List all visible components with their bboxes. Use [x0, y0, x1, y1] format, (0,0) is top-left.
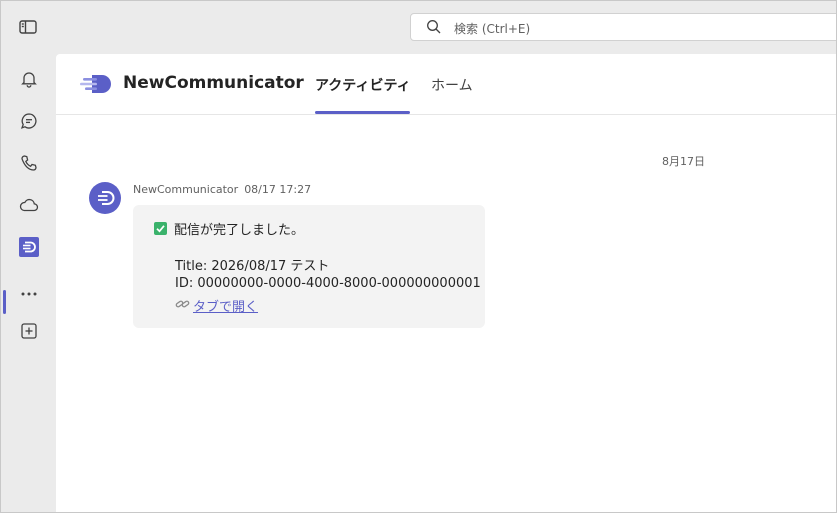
newcommunicator-logo-icon [80, 74, 112, 94]
cloud-icon [19, 197, 39, 217]
app-window: 検索 (Ctrl+E) NewCommunicator アクティビティ ホーム … [0, 0, 837, 513]
rail-active-indicator [3, 290, 6, 314]
delivery-status: 配信が完了しました。 [174, 223, 305, 238]
message-title-line: Title: 2026/08/17 テスト [175, 259, 330, 274]
app-header: NewCommunicator アクティビティ ホーム [56, 54, 836, 115]
date-divider: 8月17日 [662, 155, 705, 168]
rail-newcommunicator[interactable] [9, 233, 49, 265]
tab-active-indicator [315, 111, 410, 114]
sender-name: NewCommunicator [133, 183, 239, 196]
avatar[interactable] [89, 182, 121, 214]
main-content: NewCommunicator アクティビティ ホーム 8月17日 NewCom… [56, 54, 836, 512]
rail-chat[interactable] [9, 107, 49, 139]
app-title: NewCommunicator [123, 73, 304, 93]
sidebar-toggle-icon[interactable] [18, 18, 38, 36]
message-id-line: ID: 00000000-0000-4000-8000-000000000001 [175, 276, 481, 291]
link-icon [175, 298, 193, 314]
title-bar: 検索 (Ctrl+E) [1, 1, 836, 54]
message-card: 配信が完了しました。 Title: 2026/08/17 テスト ID: 000… [133, 205, 485, 328]
app-rail [1, 54, 56, 512]
tab-activity[interactable]: アクティビティ [315, 75, 411, 95]
rail-activity[interactable] [9, 65, 49, 97]
rail-add-app[interactable] [9, 317, 49, 349]
tab-home[interactable]: ホーム [431, 75, 473, 95]
open-in-tab-label: タブで開く [193, 300, 259, 315]
add-icon [21, 323, 37, 343]
message-header: NewCommunicator 08/17 17:27 [133, 183, 311, 196]
rail-calls[interactable] [9, 149, 49, 181]
message-timestamp: 08/17 17:27 [244, 183, 312, 196]
search-icon [426, 19, 442, 35]
open-in-tab-link[interactable]: タブで開く [175, 296, 258, 315]
phone-icon [20, 154, 38, 176]
search-placeholder: 検索 (Ctrl+E) [454, 22, 531, 36]
checkmark-icon [154, 222, 167, 235]
chat-icon [20, 112, 38, 134]
search-input[interactable]: 検索 (Ctrl+E) [410, 13, 836, 41]
bell-icon [20, 70, 38, 92]
more-icon [20, 282, 38, 301]
rail-more[interactable] [9, 275, 49, 307]
app-icon [19, 237, 39, 261]
rail-onedrive[interactable] [9, 191, 49, 223]
